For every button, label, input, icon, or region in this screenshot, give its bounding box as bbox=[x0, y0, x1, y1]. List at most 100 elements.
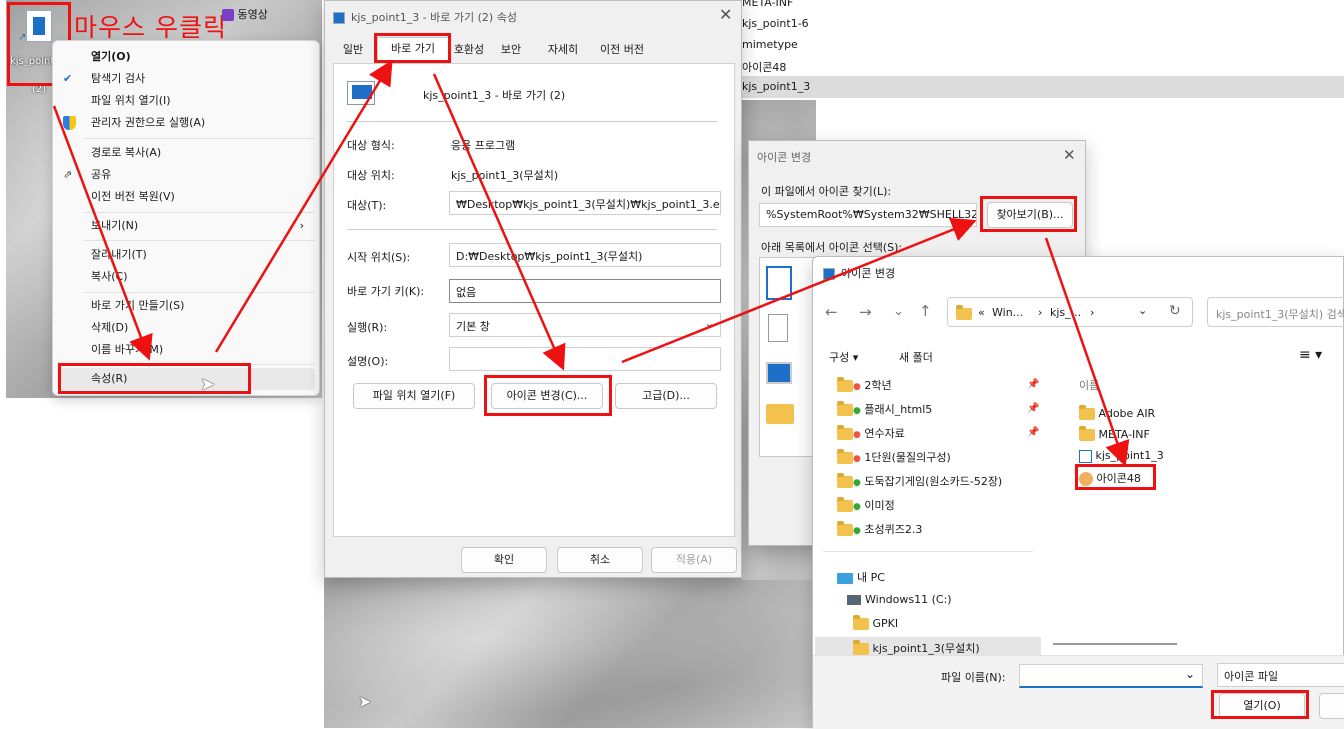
menu-share[interactable]: ⇗ 공유 bbox=[53, 164, 318, 186]
blank-file-icon[interactable] bbox=[766, 266, 792, 300]
file-item[interactable]: Adobe AIR bbox=[1079, 405, 1155, 420]
sync-status-icon: ● bbox=[853, 382, 861, 392]
file-item[interactable]: META-INF bbox=[1079, 426, 1150, 441]
menu-send-to[interactable]: 보내기(N) › bbox=[53, 215, 318, 237]
cancel-button[interactable]: 취소 bbox=[557, 547, 643, 573]
start-in-field[interactable]: D:₩Desktop₩kjs_point1_3(무설치) bbox=[449, 243, 721, 267]
nav-item[interactable]: ● 2학년 bbox=[837, 377, 892, 393]
nav-this-pc[interactable]: 내 PC bbox=[837, 569, 885, 585]
folder-icon[interactable] bbox=[766, 404, 794, 424]
list-item[interactable]: 아이콘48 bbox=[742, 59, 786, 75]
comment-label: 설명(O): bbox=[347, 355, 389, 368]
filename-input[interactable] bbox=[1019, 664, 1203, 688]
shield-icon bbox=[63, 116, 76, 130]
view-options-icon[interactable]: ≡ ▾ bbox=[1299, 347, 1322, 363]
back-icon[interactable]: ← bbox=[825, 303, 838, 321]
organize-menu[interactable]: 구성 ▾ bbox=[829, 349, 858, 365]
start-in-label: 시작 위치(S): bbox=[347, 251, 411, 264]
close-icon[interactable]: ✕ bbox=[1063, 146, 1076, 164]
nav-item[interactable]: GPKI bbox=[853, 615, 898, 630]
apply-button[interactable]: 적용(A) bbox=[651, 547, 737, 573]
menu-restore-previous[interactable]: 이전 버전 복원(V) bbox=[53, 186, 318, 208]
target-field[interactable]: ₩Desktop₩kjs_point1_3(무설치)₩kjs_point1_3.… bbox=[449, 191, 721, 215]
refresh-icon[interactable]: ↻ bbox=[1169, 303, 1181, 319]
chevron-down-icon[interactable]: ⌄ bbox=[1185, 667, 1195, 681]
folder-icon bbox=[837, 497, 853, 512]
sync-status-icon: ● bbox=[853, 502, 861, 512]
menu-explorer-scan[interactable]: ✔ 탐색기 검사 bbox=[53, 68, 318, 90]
menu-create-shortcut[interactable]: 바로 가기 만들기(S) bbox=[53, 295, 318, 317]
icon-list[interactable] bbox=[759, 257, 815, 457]
menu-cut[interactable]: 잘라내기(T) bbox=[53, 244, 318, 266]
breadcrumb-item[interactable]: kjs_... bbox=[1050, 306, 1081, 319]
menu-copy[interactable]: 복사(C) bbox=[53, 266, 318, 288]
cancel-button[interactable] bbox=[1319, 693, 1344, 719]
open-file-location-button[interactable]: 파일 위치 열기(F) bbox=[353, 383, 475, 409]
chevron-down-icon[interactable]: ⌄ bbox=[1138, 304, 1147, 317]
file-item[interactable]: kjs_point1_3 bbox=[1079, 449, 1164, 463]
menu-open[interactable]: 열기(O) bbox=[53, 46, 318, 68]
nav-item-selected[interactable]: kjs_point1_3(무설치) bbox=[815, 637, 1041, 657]
tab-general[interactable]: 일반 bbox=[335, 39, 371, 63]
breadcrumb-item[interactable]: Win... bbox=[992, 306, 1023, 319]
nav-item[interactable]: ● 이미정 bbox=[837, 497, 895, 513]
filetype-select[interactable]: 아이콘 파일 bbox=[1217, 663, 1344, 687]
file-item-selected[interactable]: 아이콘48 bbox=[1079, 470, 1141, 486]
run-select[interactable]: 기본 창 ⌄ bbox=[449, 313, 721, 337]
nav-item[interactable]: ● 플래시_html5 bbox=[837, 401, 932, 417]
nav-item[interactable]: ● 초성퀴즈2.3 bbox=[837, 521, 922, 537]
folder-icon bbox=[837, 425, 853, 440]
shortcut-arrow-icon: ↗ bbox=[18, 32, 27, 43]
menu-run-as-admin[interactable]: 관리자 권한으로 실행(A) bbox=[53, 112, 318, 134]
window-icon[interactable] bbox=[766, 362, 792, 384]
folder-icon bbox=[837, 473, 853, 488]
background-file-list: META-INF kjs_point1-6 mimetype 아이콘48 kjs… bbox=[742, 0, 1344, 100]
tab-shortcut[interactable]: 바로 가기 bbox=[377, 37, 449, 65]
tab-security[interactable]: 보안 bbox=[495, 39, 527, 63]
recent-chevron-icon[interactable]: ⌄ bbox=[893, 304, 904, 319]
menu-copy-path[interactable]: 경로로 복사(A) bbox=[53, 142, 318, 164]
comment-field[interactable] bbox=[449, 347, 721, 371]
menu-rename[interactable]: 이름 바꾸기(M) bbox=[53, 339, 318, 361]
document-icon[interactable] bbox=[768, 314, 788, 342]
desktop-item-video[interactable]: 동영상 bbox=[222, 6, 268, 22]
close-icon[interactable]: ✕ bbox=[719, 5, 732, 24]
up-icon[interactable]: ↑ bbox=[919, 302, 932, 320]
tab-previous-versions[interactable]: 이전 버전 bbox=[591, 39, 653, 63]
tab-details[interactable]: 자세히 bbox=[541, 39, 585, 63]
properties-dialog: kjs_point1_3 - 바로 가기 (2) 속성 ✕ 일반 바로 가기 호… bbox=[324, 0, 742, 578]
horizontal-scrollbar[interactable] bbox=[1053, 643, 1177, 645]
separator bbox=[347, 121, 717, 122]
list-item-selected[interactable]: kjs_point1_3 bbox=[742, 76, 1344, 98]
pin-icon: 📌 bbox=[1027, 379, 1040, 390]
hotkey-field[interactable]: 없음 bbox=[449, 279, 721, 303]
list-item[interactable]: META-INF bbox=[742, 0, 793, 9]
nav-item[interactable]: ● 연수자료 bbox=[837, 425, 905, 441]
select-icon-label: 아래 목록에서 아이콘 선택(S): bbox=[761, 241, 903, 254]
share-icon: ⇗ bbox=[63, 168, 73, 181]
menu-open-location[interactable]: 파일 위치 열기(I) bbox=[53, 90, 318, 112]
browse-button[interactable]: 찾아보기(B)... bbox=[987, 202, 1073, 228]
menu-separator bbox=[83, 138, 315, 139]
address-bar[interactable]: « Win... › kjs_... › ⌄ bbox=[947, 297, 1193, 327]
open-button[interactable]: 열기(O) bbox=[1219, 693, 1305, 719]
file-dialog-title: 아이콘 변경 bbox=[823, 265, 895, 281]
menu-properties[interactable]: 속성(R) bbox=[57, 368, 315, 390]
change-icon-button[interactable]: 아이콘 변경(C)... bbox=[491, 383, 603, 409]
tab-compatibility[interactable]: 호환성 bbox=[449, 39, 489, 63]
advanced-button[interactable]: 고급(D)... bbox=[615, 383, 717, 409]
search-input[interactable]: kjs_point1_3(무설치) 검색 bbox=[1207, 297, 1344, 327]
list-item[interactable]: kjs_point1-6 bbox=[742, 17, 809, 30]
new-folder-button[interactable]: 새 폴더 bbox=[899, 349, 933, 365]
run-label: 실행(R): bbox=[347, 321, 388, 334]
nav-item[interactable]: ● 1단원(물질의구성) bbox=[837, 449, 951, 465]
icon-path-field[interactable]: %SystemRoot%₩System32₩SHELL32.dll bbox=[759, 203, 977, 227]
ok-button[interactable]: 확인 bbox=[461, 547, 547, 573]
menu-delete[interactable]: 삭제(D) bbox=[53, 317, 318, 339]
forward-icon[interactable]: → bbox=[859, 303, 872, 321]
nav-item[interactable]: ● 도둑잡기게임(원소카드-52장) bbox=[837, 473, 1002, 489]
nav-drive-c[interactable]: Windows11 (C:) bbox=[847, 593, 952, 606]
list-item[interactable]: mimetype bbox=[742, 38, 798, 51]
column-header-name[interactable]: 이름 bbox=[1079, 377, 1099, 393]
drive-icon bbox=[847, 595, 861, 605]
